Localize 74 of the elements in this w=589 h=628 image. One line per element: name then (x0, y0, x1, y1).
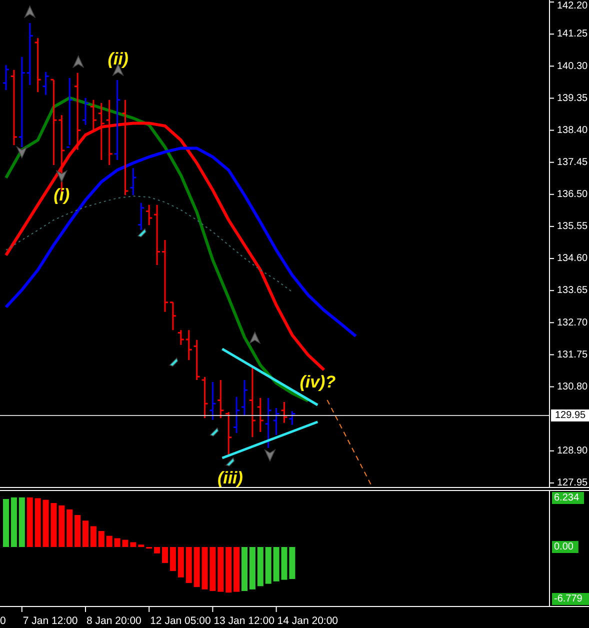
histogram-bar (273, 547, 280, 582)
time-label: 0 (0, 614, 6, 627)
histogram-bar (186, 547, 192, 583)
price-label: 139.35 (557, 92, 588, 104)
price-label: 142.20 (557, 0, 588, 12)
price-label: 136.50 (557, 189, 588, 200)
signal-icon (210, 427, 219, 436)
histogram-bar (106, 536, 112, 547)
histogram-bar (98, 531, 104, 547)
up-arrow-icon (24, 5, 36, 18)
histogram-bar (249, 547, 256, 590)
time-label: 13 Jan 12:00 (214, 614, 274, 627)
indicator-value: 6.234 (552, 492, 584, 504)
down-arrow-icon (16, 146, 28, 159)
histogram-bar (3, 499, 9, 547)
histogram-bar (50, 503, 57, 547)
histogram-bar (265, 547, 272, 584)
histogram-bar (130, 542, 136, 547)
price-label: 135.55 (557, 221, 588, 232)
current-price-label: 129.95 (551, 409, 589, 422)
wave-label: (iv)? (300, 372, 336, 392)
signal-icon (225, 457, 235, 466)
histogram-bar (218, 547, 224, 592)
up-arrow-icon (248, 331, 261, 344)
histogram-bar (234, 547, 240, 592)
histogram-bar (74, 515, 81, 547)
histogram-bar (162, 547, 168, 563)
wave-label: (iii) (217, 468, 243, 487)
indicator-value: 0.00 (552, 541, 578, 553)
price-label: 128.90 (557, 446, 588, 457)
price-label: 140.30 (557, 60, 588, 72)
price-label: 127.95 (557, 478, 588, 487)
down-arrow-icon (56, 170, 68, 183)
price-label: 132.70 (557, 317, 588, 328)
histogram-bar (66, 509, 73, 547)
wave-label: (ii) (108, 50, 128, 69)
histogram-bar (114, 538, 120, 547)
price-label: 130.80 (557, 381, 588, 392)
histogram-bar (210, 547, 216, 591)
histogram-bar (10, 497, 17, 547)
signal-icon (169, 357, 178, 367)
price-label: 133.65 (557, 285, 588, 296)
histogram-bar (281, 547, 288, 580)
time-label: 12 Jan 05:00 (150, 614, 211, 627)
histogram-bar (242, 547, 248, 591)
price-label: 141.25 (557, 28, 588, 40)
histogram-bar (257, 547, 264, 586)
down-arrow-icon (264, 448, 276, 462)
price-label: 134.60 (557, 253, 588, 264)
up-arrow-icon (72, 55, 84, 68)
histogram-bar (82, 520, 88, 547)
time-label: 8 Jan 20:00 (86, 614, 142, 627)
histogram-bar (226, 547, 232, 593)
histogram-bar (138, 544, 144, 547)
histogram-bar (42, 500, 49, 547)
histogram-bar (90, 526, 96, 547)
histogram-bar (178, 547, 184, 578)
price-label: 138.40 (557, 124, 588, 136)
histogram-bar (202, 547, 208, 590)
histogram-bar (34, 498, 41, 547)
histogram-bar (289, 547, 296, 579)
histogram-bar (18, 497, 25, 547)
histogram-bar (58, 505, 65, 547)
price-label: 137.45 (557, 156, 588, 168)
time-label: 7 Jan 12:00 (22, 614, 78, 627)
histogram-bar (122, 540, 128, 547)
histogram-bar (194, 547, 200, 587)
price-label: 131.75 (557, 349, 588, 360)
indicator-value: -6.779 (552, 593, 589, 605)
time-label: 14 Jan 20:00 (277, 614, 338, 627)
histogram-bar (170, 547, 176, 571)
histogram-bar (154, 547, 160, 554)
signal-icon (137, 228, 146, 238)
histogram-bar (26, 497, 33, 547)
